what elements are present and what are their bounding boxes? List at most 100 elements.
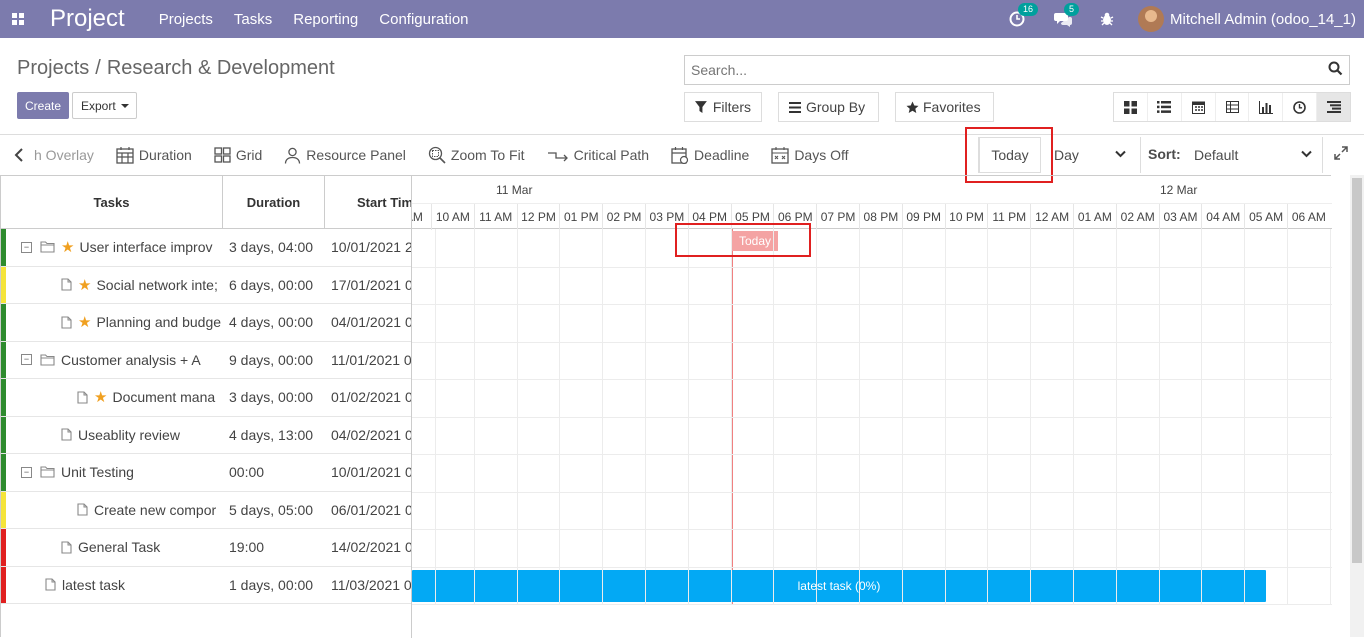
menu-tasks[interactable]: Tasks: [234, 11, 272, 28]
menu-reporting[interactable]: Reporting: [293, 11, 358, 28]
activity-clock-icon[interactable]: 16: [1006, 3, 1039, 30]
table-row[interactable]: − Unit Testing 00:00 10/01/2021 0: [1, 454, 411, 492]
favorites-label: Favorites: [923, 99, 981, 115]
gantt-view-button[interactable]: [1317, 93, 1351, 121]
task-name: latest task: [62, 576, 126, 593]
file-icon: [61, 278, 72, 291]
calendar-view-button[interactable]: [1182, 93, 1216, 121]
table-row[interactable]: ★ Social network inte; 6 days, 00:00 17/01/…: [1, 266, 411, 304]
timeline-row-line: [412, 491, 1332, 493]
file-icon: [77, 503, 88, 516]
priority-indicator: [1, 416, 6, 453]
task-grid-rows: − ★ User interface improv 3 days, 04:00 10/0…: [1, 229, 411, 604]
critical-path-toggle[interactable]: Critical Path: [547, 147, 649, 163]
priority-indicator: [1, 491, 6, 528]
timeline-row-line: [412, 529, 1332, 530]
group-by-button[interactable]: Group By: [778, 92, 879, 122]
task-name: Customer analysis + A: [61, 351, 201, 368]
user-name[interactable]: Mitchell Admin (odoo_14_1): [1170, 11, 1356, 28]
star-icon[interactable]: ★: [61, 238, 74, 256]
column-header-duration[interactable]: Duration: [223, 176, 325, 229]
days-off-toggle[interactable]: Days Off: [771, 146, 849, 164]
collapse-toggle-icon[interactable]: −: [21, 241, 32, 253]
pivot-view-button[interactable]: [1216, 93, 1250, 121]
critical-path-icon: [547, 152, 568, 162]
user-avatar[interactable]: [1138, 6, 1165, 32]
breadcrumb-projects-link[interactable]: Projects: [17, 57, 89, 79]
person-icon: [285, 147, 301, 164]
task-cell: General Task: [1, 539, 223, 555]
star-icon[interactable]: ★: [78, 313, 91, 331]
sort-label: Sort:: [1148, 146, 1181, 162]
resource-panel-toggle[interactable]: Resource Panel: [284, 147, 406, 164]
search-input[interactable]: [685, 56, 1305, 84]
duration-cell: 3 days, 00:00: [229, 389, 314, 406]
zoom-to-fit-button[interactable]: Zoom To Fit: [428, 146, 525, 164]
graph-icon: [1258, 100, 1273, 114]
duration-cell: 4 days, 13:00: [229, 426, 314, 443]
star-icon[interactable]: ★: [94, 388, 107, 406]
list-icon: [1157, 101, 1172, 113]
table-row[interactable]: ★ Document mana 3 days, 00:00 01/02/2021 0: [1, 379, 411, 417]
table-row[interactable]: Create new compor 5 days, 05:00 06/01/2021…: [1, 491, 411, 529]
duration-cell: 00:00: [229, 464, 265, 481]
overlay-toggle[interactable]: h Overlay: [14, 147, 94, 163]
table-row[interactable]: latest task 1 days, 00:00 11/03/2021 0: [1, 566, 411, 604]
table-row[interactable]: − ★ User interface improv 3 days, 04:00 10/0…: [1, 229, 411, 267]
sort-value: Default: [1194, 147, 1239, 163]
timeline-hour-label: 04 AM: [1201, 204, 1244, 230]
export-button[interactable]: Export: [72, 92, 137, 119]
days-off-calendar-icon: [771, 146, 789, 164]
table-row[interactable]: ★ Planning and budge 4 days, 00:00 04/01/20…: [1, 304, 411, 342]
debug-bug-icon[interactable]: [1096, 8, 1118, 30]
timeline-row-line: [412, 604, 1332, 605]
search-icon[interactable]: [1328, 61, 1343, 79]
activity-icon: [1293, 100, 1307, 114]
menu-configuration[interactable]: Configuration: [379, 11, 468, 28]
pivot-icon: [1225, 101, 1239, 113]
timeline-day-header: 12 Mar: [1160, 182, 1198, 197]
table-row[interactable]: Useablity review 4 days, 13:00 04/02/2021 …: [1, 416, 411, 454]
timeline-hour-label: 05 AM: [1244, 204, 1287, 230]
message-count-badge: 5: [1064, 3, 1080, 16]
resource-panel-label: Resource Panel: [306, 147, 406, 163]
collapse-toggle-icon[interactable]: −: [21, 466, 32, 478]
activity-view-button[interactable]: [1283, 93, 1318, 121]
menu-projects[interactable]: Projects: [159, 11, 213, 28]
column-header-start-time[interactable]: Start Tim: [325, 176, 411, 229]
grid-toggle[interactable]: Grid: [214, 147, 262, 163]
create-button[interactable]: Create: [17, 92, 69, 119]
app-menu-icon[interactable]: [0, 0, 36, 38]
file-icon: [61, 428, 72, 441]
timeline-hour-label: 08 PM: [859, 204, 902, 230]
vertical-scrollbar[interactable]: [1350, 175, 1364, 637]
export-label: Export: [81, 98, 116, 113]
file-icon: [61, 316, 72, 329]
list-view-button[interactable]: [1148, 93, 1182, 121]
grid-icon: [214, 147, 231, 163]
duration-cell: 19:00: [229, 539, 265, 556]
table-row[interactable]: General Task 19:00 14/02/2021 0: [1, 529, 411, 567]
collapse-toggle-icon[interactable]: −: [21, 354, 32, 366]
filter-icon: [695, 101, 707, 113]
sort-select[interactable]: Default: [1194, 137, 1318, 173]
messages-icon[interactable]: 5: [1052, 3, 1080, 30]
expand-icon[interactable]: [1334, 146, 1348, 163]
duration-toggle[interactable]: Duration: [116, 146, 192, 164]
scrollbar-thumb[interactable]: [1352, 178, 1362, 563]
task-bar-latest-task[interactable]: latest task (0%): [412, 570, 1266, 602]
table-row[interactable]: − Customer analysis + A 9 days, 00:00 11/01…: [1, 341, 411, 379]
scale-select[interactable]: Day: [1048, 137, 1134, 173]
kanban-view-button[interactable]: [1114, 93, 1148, 121]
deadline-toggle[interactable]: Deadline: [671, 146, 749, 164]
graph-view-button[interactable]: [1249, 93, 1284, 121]
task-name: Document mana: [112, 389, 216, 406]
filters-button[interactable]: Filters: [684, 92, 762, 122]
gantt-chart: Tasks Duration Start Tim − ★ User interfac…: [0, 175, 1332, 638]
app-brand: Project: [50, 5, 125, 32]
favorites-button[interactable]: Favorites: [895, 92, 994, 122]
timeline-hour-label: 02 AM: [1115, 204, 1159, 230]
task-cell: − Unit Testing: [1, 464, 223, 480]
star-icon[interactable]: ★: [78, 276, 91, 294]
column-header-tasks[interactable]: Tasks: [1, 176, 223, 229]
